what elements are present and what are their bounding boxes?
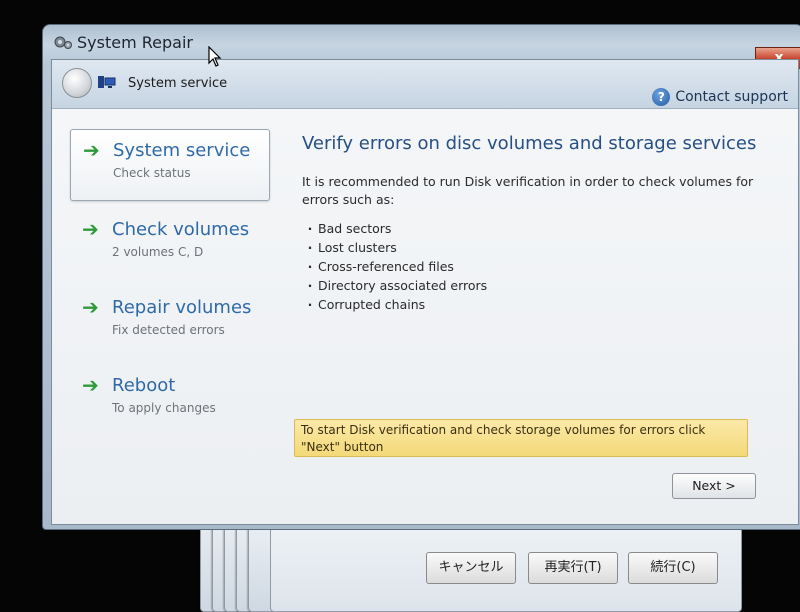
notice-banner: To start Disk verification and check sto… <box>294 419 748 457</box>
next-button[interactable]: Next > <box>672 473 756 499</box>
step-subtitle: Fix detected errors <box>112 323 225 337</box>
toolbar: System service ? Contact support <box>52 60 798 109</box>
step-title: Repair volumes <box>112 297 252 318</box>
list-item: Cross-referenced files <box>302 257 487 276</box>
page-heading: Verify errors on disc volumes and storag… <box>302 133 757 154</box>
gear-icon <box>54 36 72 49</box>
step-reboot[interactable]: ➔ Reboot To apply changes <box>70 365 270 435</box>
step-list: ➔ System service Check status ➔ Check vo… <box>70 129 270 443</box>
error-type-list: Bad sectors Lost clusters Cross-referenc… <box>302 219 487 314</box>
system-repair-window: System Repair x System service ? Contact… <box>42 24 800 530</box>
step-subtitle: 2 volumes C, D <box>112 245 204 259</box>
arrow-right-icon: ➔ <box>82 373 99 397</box>
cancel-button[interactable]: キャンセル <box>426 552 516 584</box>
arrow-right-icon: ➔ <box>83 138 100 162</box>
list-item: Directory associated errors <box>302 276 487 295</box>
intro-text: It is recommended to run Disk verificati… <box>302 174 754 207</box>
list-item: Lost clusters <box>302 238 487 257</box>
list-item: Bad sectors <box>302 219 487 238</box>
back-icon[interactable] <box>62 68 92 98</box>
window-client-area: System service ? Contact support ➔ Syste… <box>51 59 799 525</box>
computer-icon <box>98 76 116 88</box>
contact-support-label: Contact support <box>675 89 788 105</box>
retry-button[interactable]: 再実行(T) <box>528 552 618 584</box>
contact-support-link[interactable]: ? Contact support <box>652 88 788 106</box>
step-title: Reboot <box>112 375 176 396</box>
step-title: System service <box>113 140 251 161</box>
list-item: Corrupted chains <box>302 295 487 314</box>
help-icon: ? <box>652 88 671 106</box>
step-repair-volumes[interactable]: ➔ Repair volumes Fix detected errors <box>70 287 270 357</box>
window-title: System Repair <box>77 33 193 52</box>
mouse-cursor-icon <box>208 46 222 67</box>
wizard-content: ➔ System service Check status ➔ Check vo… <box>52 109 798 524</box>
arrow-right-icon: ➔ <box>82 295 99 319</box>
step-check-volumes[interactable]: ➔ Check volumes 2 volumes C, D <box>70 209 270 279</box>
step-title: Check volumes <box>112 219 250 240</box>
step-subtitle: To apply changes <box>112 401 216 415</box>
step-system-service[interactable]: ➔ System service Check status <box>70 129 270 201</box>
step-subtitle: Check status <box>113 166 191 180</box>
arrow-right-icon: ➔ <box>82 217 99 241</box>
toolbar-title: System service <box>128 76 228 91</box>
continue-button[interactable]: 続行(C) <box>628 552 718 584</box>
